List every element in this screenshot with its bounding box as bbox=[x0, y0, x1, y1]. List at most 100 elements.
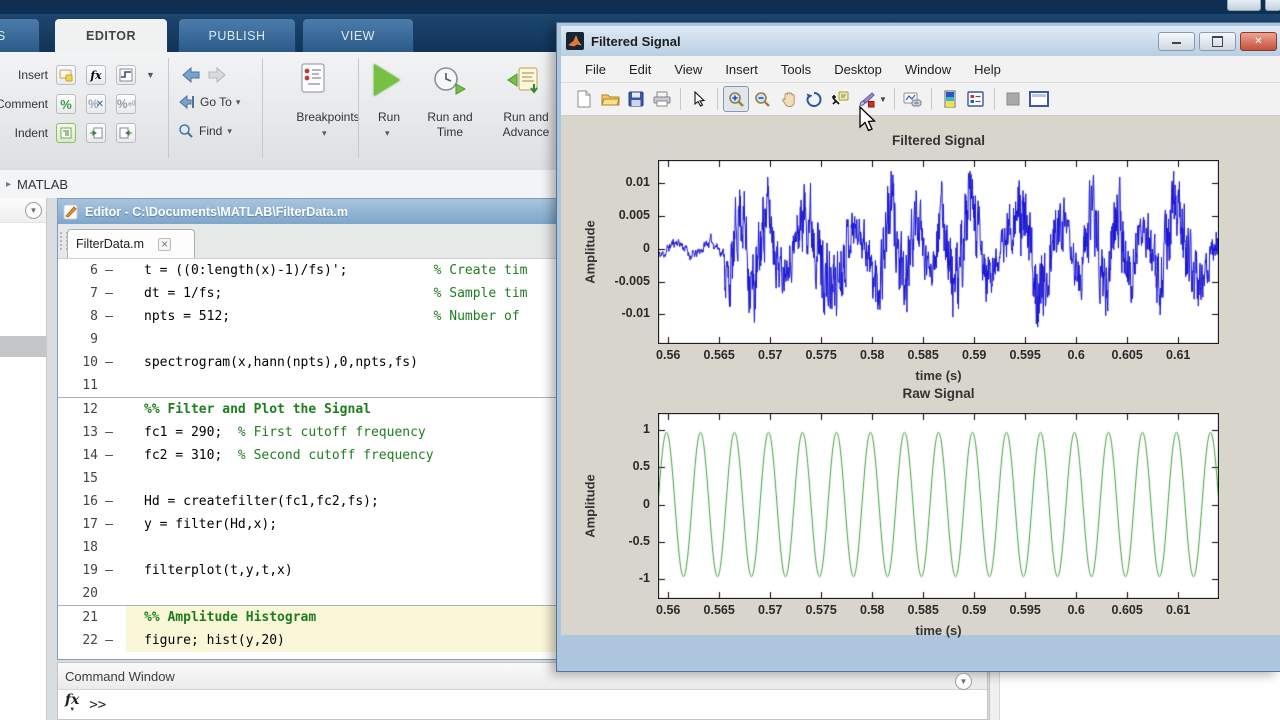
code-text: figure; hist(y,20) bbox=[120, 629, 285, 652]
figure-maximize-button[interactable] bbox=[1199, 32, 1236, 51]
menu-desktop[interactable]: Desktop bbox=[834, 62, 882, 77]
tab-publish[interactable]: PUBLISH bbox=[178, 18, 296, 52]
back-icon[interactable] bbox=[180, 65, 202, 90]
executable-line-marker: – bbox=[98, 259, 120, 282]
breadcrumb-arrow-icon: ▸ bbox=[6, 179, 11, 190]
smart-indent-icon[interactable] bbox=[56, 123, 76, 143]
save-icon[interactable] bbox=[623, 86, 649, 112]
show-plot-tools-icon[interactable] bbox=[1026, 86, 1052, 112]
wrap-comments-icon[interactable]: %⏎ bbox=[116, 94, 136, 114]
insert-legend-icon[interactable] bbox=[963, 86, 989, 112]
minimize-main-button[interactable] bbox=[1227, 0, 1261, 11]
raw-signal-plot[interactable] bbox=[658, 413, 1219, 599]
menu-edit[interactable]: Edit bbox=[629, 62, 651, 77]
find-button[interactable]: Find ▾ bbox=[178, 123, 232, 139]
edit-plot-icon[interactable] bbox=[686, 86, 712, 112]
figure-window: Filtered Signal ✕ File Edit View Insert … bbox=[556, 22, 1280, 672]
current-folder-header: ▼ bbox=[0, 198, 46, 223]
plot-title-filtered: Filtered Signal bbox=[658, 133, 1219, 148]
code-text: fc1 = 290; % First cutoff frequency bbox=[120, 421, 426, 444]
insert-colorbar-icon[interactable] bbox=[937, 86, 963, 112]
insert-dropdown-icon[interactable]: ▼ bbox=[146, 70, 155, 80]
run-and-advance-icon[interactable] bbox=[506, 64, 542, 101]
breakpoints-button[interactable]: Breakpoints bbox=[276, 110, 380, 124]
data-cursor-icon[interactable] bbox=[827, 86, 853, 112]
run-and-advance-label-1[interactable]: Run and bbox=[498, 110, 554, 124]
run-and-time-label-2[interactable]: Time bbox=[424, 125, 476, 139]
code-text: t = ((0:length(x)-1)/fs)'; % Create tim bbox=[120, 259, 528, 282]
file-tab-label: FilterData.m bbox=[76, 237, 144, 251]
menu-window[interactable]: Window bbox=[905, 62, 951, 77]
open-icon[interactable] bbox=[597, 86, 623, 112]
panel-menu-icon[interactable]: ▼ bbox=[25, 202, 42, 219]
figure-title: Filtered Signal bbox=[591, 34, 681, 49]
menu-file[interactable]: File bbox=[585, 62, 606, 77]
insert-function-icon[interactable]: fx bbox=[86, 65, 106, 85]
tab-close-icon[interactable]: × bbox=[158, 238, 171, 251]
dock-figure-icon[interactable] bbox=[1000, 86, 1026, 112]
insert-comment-icon[interactable] bbox=[56, 65, 76, 85]
pan-icon[interactable] bbox=[775, 86, 801, 112]
x-tick-label: 0.57 bbox=[745, 603, 795, 617]
x-tick-label: 0.585 bbox=[898, 348, 948, 362]
run-and-time-icon[interactable] bbox=[432, 64, 466, 101]
line-number: 13 bbox=[58, 421, 98, 444]
goto-icon bbox=[178, 94, 196, 110]
run-and-time-label-1[interactable]: Run and bbox=[424, 110, 476, 124]
code-text: fc2 = 310; % Second cutoff frequency bbox=[120, 444, 434, 467]
run-icon[interactable] bbox=[374, 64, 400, 96]
y-tick-label: 0.5 bbox=[600, 459, 650, 473]
tab-view[interactable]: VIEW bbox=[302, 18, 414, 52]
insert-section-icon[interactable] bbox=[116, 65, 136, 85]
new-file-icon[interactable] bbox=[571, 86, 597, 112]
line-number: 8 bbox=[58, 305, 98, 328]
command-window-menu-icon[interactable]: ▼ bbox=[955, 673, 972, 690]
x-tick-label: 0.595 bbox=[1000, 348, 1050, 362]
link-plot-icon[interactable] bbox=[900, 86, 926, 112]
tab-editor[interactable]: EDITOR bbox=[54, 18, 168, 52]
indent-left-icon[interactable] bbox=[116, 123, 136, 143]
menu-insert[interactable]: Insert bbox=[725, 62, 758, 77]
figure-menubar: File Edit View Insert Tools Desktop Wind… bbox=[561, 56, 1280, 83]
fx-icon[interactable]: fx bbox=[65, 695, 79, 705]
command-prompt-row[interactable]: fx ▼ >> bbox=[65, 695, 106, 715]
figure-titlebar[interactable]: Filtered Signal ✕ bbox=[561, 26, 1280, 56]
breakpoints-icon[interactable] bbox=[296, 62, 328, 101]
line-number: 11 bbox=[58, 374, 98, 397]
y-tick-label: 0 bbox=[600, 241, 650, 255]
figure-close-button[interactable]: ✕ bbox=[1240, 32, 1277, 51]
run-and-advance-label-2[interactable]: Advance bbox=[498, 125, 554, 139]
run-dropdown-icon[interactable]: ▾ bbox=[385, 128, 390, 139]
zoom-out-icon[interactable] bbox=[749, 86, 775, 112]
maximize-main-button[interactable] bbox=[1265, 0, 1280, 11]
editor-title: Editor - C:\Documents\MATLAB\FilterData.… bbox=[85, 205, 348, 219]
xlabel-filtered: time (s) bbox=[658, 368, 1219, 383]
uncomment-icon[interactable]: %✕ bbox=[86, 94, 106, 114]
forward-icon[interactable] bbox=[206, 65, 228, 90]
x-tick-label: 0.605 bbox=[1102, 603, 1152, 617]
selected-folder-row[interactable] bbox=[0, 336, 46, 357]
brush-dropdown-icon[interactable]: ▼ bbox=[879, 95, 887, 104]
zoom-in-icon[interactable] bbox=[723, 86, 749, 112]
x-tick-label: 0.605 bbox=[1102, 348, 1152, 362]
executable-line-marker: – bbox=[98, 490, 120, 513]
x-tick-label: 0.6 bbox=[1051, 348, 1101, 362]
line-number: 7 bbox=[58, 282, 98, 305]
line-number: 22 bbox=[58, 629, 98, 652]
breakpoints-dropdown-icon[interactable]: ▾ bbox=[322, 128, 327, 139]
menu-help[interactable]: Help bbox=[974, 62, 1001, 77]
menu-view[interactable]: View bbox=[674, 62, 702, 77]
indent-right-icon[interactable] bbox=[86, 123, 106, 143]
tab-apps[interactable]: APPS bbox=[0, 18, 40, 52]
goto-button[interactable]: Go To ▾ bbox=[178, 94, 240, 110]
rotate-3d-icon[interactable] bbox=[801, 86, 827, 112]
command-window-title: Command Window bbox=[65, 669, 175, 684]
filtered-signal-plot[interactable] bbox=[658, 160, 1219, 344]
run-button[interactable]: Run bbox=[372, 110, 406, 124]
print-icon[interactable] bbox=[649, 86, 675, 112]
comment-icon[interactable]: % bbox=[56, 94, 76, 114]
figure-minimize-button[interactable] bbox=[1158, 32, 1195, 51]
menu-tools[interactable]: Tools bbox=[781, 62, 811, 77]
breadcrumb-matlab[interactable]: MATLAB bbox=[17, 177, 68, 192]
file-tab-filterdata[interactable]: FilterData.m × bbox=[67, 229, 195, 258]
